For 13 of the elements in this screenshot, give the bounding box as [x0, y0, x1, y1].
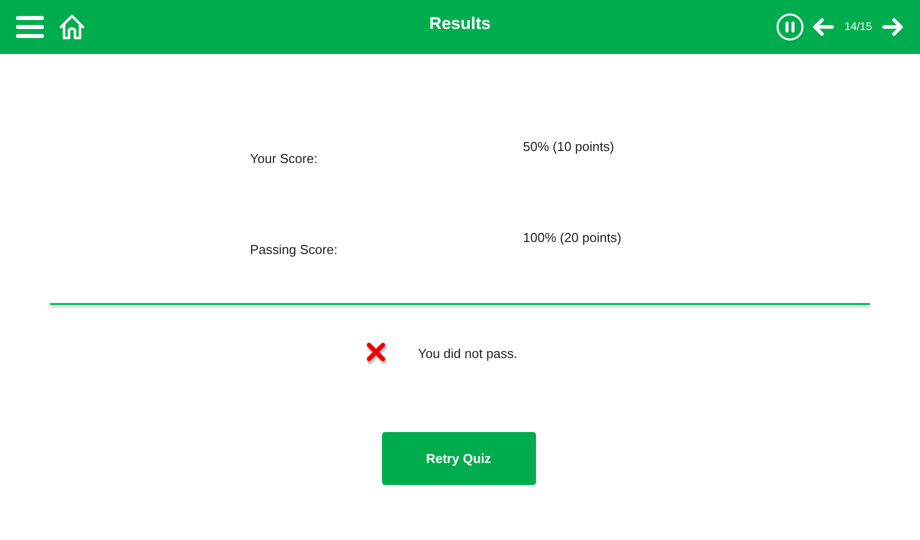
retry-button[interactable]: Retry Quiz	[382, 432, 536, 485]
home-icon[interactable]	[58, 13, 86, 41]
back-arrow-icon[interactable]	[812, 18, 834, 36]
pause-icon[interactable]	[776, 13, 804, 41]
score-label: Passing Score:	[250, 242, 338, 257]
forward-arrow-icon[interactable]	[882, 18, 904, 36]
result-message: You did not pass.	[418, 346, 518, 360]
menu-icon[interactable]	[16, 16, 44, 38]
page-title: Results	[429, 14, 491, 34]
score-value: 50% (10 points)	[523, 139, 614, 154]
score-label: Your Score:	[250, 151, 318, 166]
page-counter: 14/15	[844, 21, 872, 33]
score-value: 100% (20 points)	[523, 230, 622, 245]
